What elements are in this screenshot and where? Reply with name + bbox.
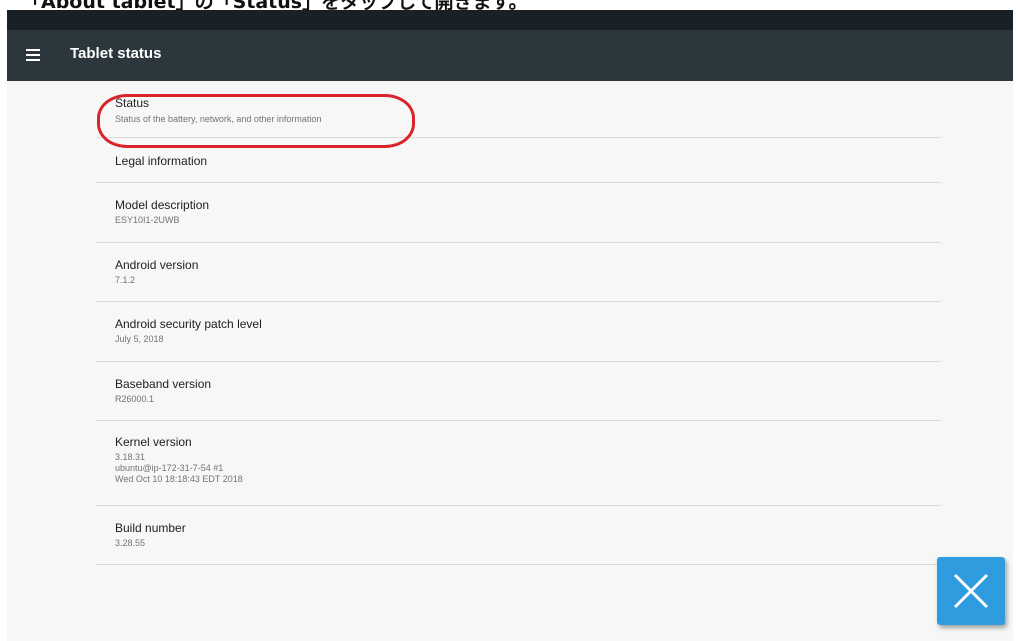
caption-text-strip: 「About tablet」の「Status」をタップして開きます。 xyxy=(0,0,1020,10)
settings-item-title: Build number xyxy=(115,521,186,535)
settings-list: Status Status of the battery, network, a… xyxy=(96,81,941,565)
close-button[interactable] xyxy=(937,557,1005,625)
settings-item-summary: R26000.1 xyxy=(115,394,155,404)
settings-item-summary: Status of the battery, network, and othe… xyxy=(115,114,322,124)
settings-item-model-description[interactable]: Model description ESY10I1-2UWB xyxy=(96,183,941,243)
settings-item-title: Legal information xyxy=(115,154,208,168)
settings-item-build-number[interactable]: Build number 3.28.55 xyxy=(96,506,941,565)
settings-item-title: Status xyxy=(115,96,150,110)
settings-item-title: Model description xyxy=(115,198,210,212)
settings-item-summary: July 5, 2018 xyxy=(115,334,164,344)
caption-text: 「About tablet」の「Status」をタップして開きます。 xyxy=(22,0,528,10)
settings-item-title: Baseband version xyxy=(115,377,212,391)
settings-item-summary: 3.18.31 ubuntu@ip-172-31-7-54 #1 Wed Oct… xyxy=(115,452,243,484)
close-icon xyxy=(953,573,989,609)
menu-icon[interactable] xyxy=(26,49,40,61)
settings-item-security-patch-level[interactable]: Android security patch level July 5, 201… xyxy=(96,302,941,362)
tablet-screen: Tablet status Status Status of the batte… xyxy=(7,10,1013,641)
settings-item-android-version[interactable]: Android version 7.1.2 xyxy=(96,243,941,302)
settings-item-title: Android security patch level xyxy=(115,317,262,331)
settings-item-summary: ESY10I1-2UWB xyxy=(115,215,180,225)
settings-item-title: Android version xyxy=(115,258,199,272)
settings-item-summary: 7.1.2 xyxy=(115,275,136,285)
system-status-bar xyxy=(7,10,1013,30)
settings-item-baseband-version[interactable]: Baseband version R26000.1 xyxy=(96,362,941,421)
settings-item-summary: 3.28.55 xyxy=(115,538,146,548)
settings-item-title: Kernel version xyxy=(115,435,192,449)
settings-item-legal-information[interactable]: Legal information xyxy=(96,138,941,183)
settings-item-status[interactable]: Status Status of the battery, network, a… xyxy=(96,81,941,138)
settings-item-kernel-version[interactable]: Kernel version 3.18.31 ubuntu@ip-172-31-… xyxy=(96,421,941,506)
app-toolbar: Tablet status xyxy=(7,30,1013,81)
page-title: Tablet status xyxy=(70,45,162,62)
